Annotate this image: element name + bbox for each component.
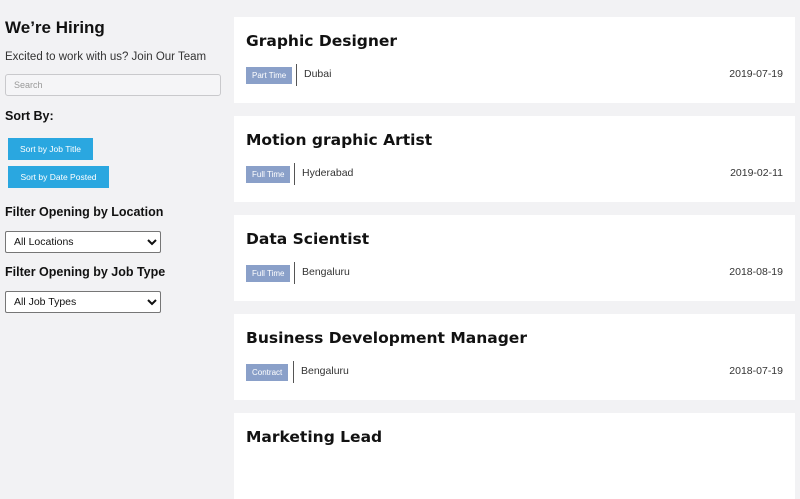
location-filter-select[interactable]: All Locations <box>5 231 161 253</box>
job-location: Bengaluru <box>301 365 349 377</box>
sort-by-date-button[interactable]: Sort by Date Posted <box>8 166 109 188</box>
job-type-filter-select[interactable]: All Job Types <box>5 291 161 313</box>
search-input[interactable] <box>5 74 221 96</box>
job-date: 2018-08-19 <box>729 266 783 278</box>
job-title[interactable]: Graphic Designer <box>246 32 397 50</box>
job-location: Dubai <box>304 68 332 80</box>
divider <box>296 64 297 86</box>
job-date: 2018-07-19 <box>729 365 783 377</box>
job-date: 2019-07-19 <box>729 68 783 80</box>
job-date: 2019-02-11 <box>730 167 783 179</box>
job-card[interactable]: Marketing Lead <box>234 413 795 499</box>
page-subtitle: Excited to work with us? Join Our Team <box>5 51 207 63</box>
page-title: We’re Hiring <box>5 18 105 37</box>
job-title[interactable]: Business Development Manager <box>246 329 527 347</box>
job-type-badge: Contract <box>246 364 289 381</box>
job-card[interactable]: Graphic Designer Part Time Dubai 2019-07… <box>234 17 795 103</box>
job-title[interactable]: Motion graphic Artist <box>246 131 432 149</box>
divider <box>294 163 295 185</box>
job-location: Hyderabad <box>302 167 354 179</box>
sort-heading: Sort By: <box>5 109 54 123</box>
job-title[interactable]: Marketing Lead <box>246 428 382 446</box>
divider <box>294 262 295 284</box>
location-filter-label: Filter Opening by Location <box>5 205 164 219</box>
job-type-badge: Full Time <box>246 166 291 183</box>
sort-by-title-button[interactable]: Sort by Job Title <box>8 138 93 160</box>
job-type-badge: Full Time <box>246 265 291 282</box>
job-type-badge: Part Time <box>246 67 293 84</box>
job-title[interactable]: Data Scientist <box>246 230 369 248</box>
job-card[interactable]: Data Scientist Full Time Bengaluru 2018-… <box>234 215 795 301</box>
job-location: Bengaluru <box>302 266 350 278</box>
job-type-filter-label: Filter Opening by Job Type <box>5 265 166 279</box>
job-card[interactable]: Business Development Manager Contract Be… <box>234 314 795 400</box>
job-card[interactable]: Motion graphic Artist Full Time Hyderaba… <box>234 116 795 202</box>
divider <box>293 361 294 383</box>
